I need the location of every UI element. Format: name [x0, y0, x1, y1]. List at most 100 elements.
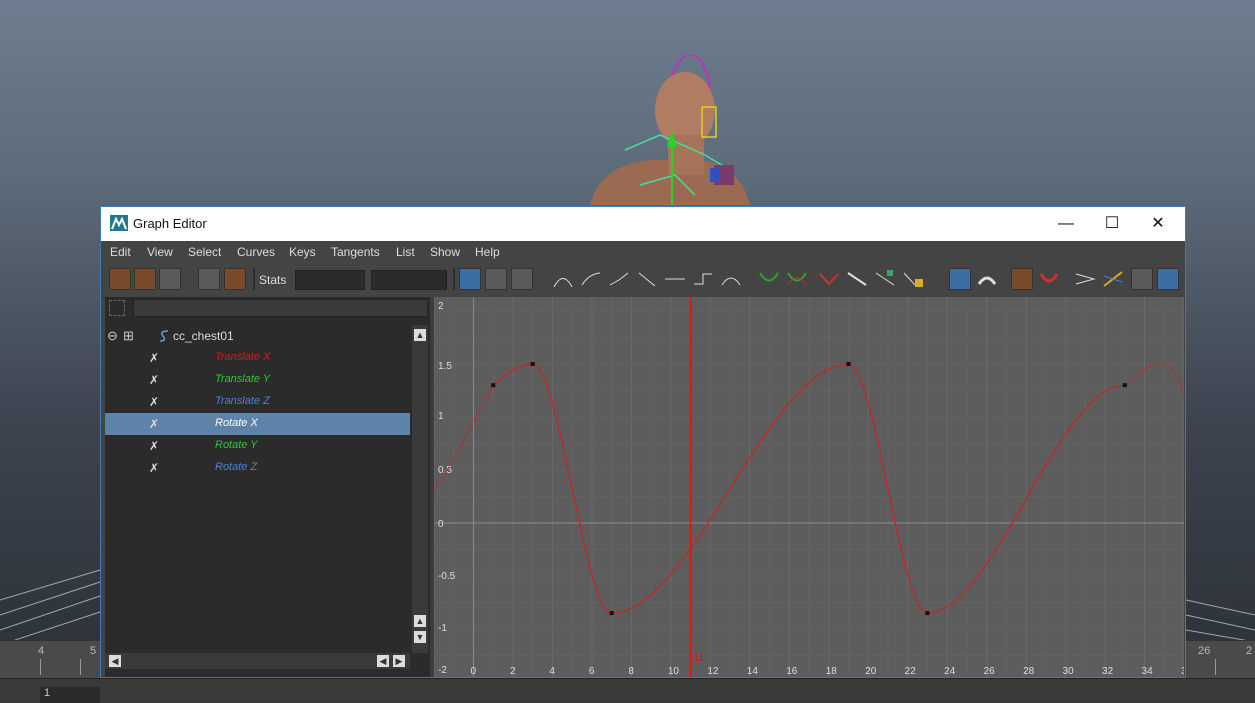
- channel-pin-icon[interactable]: ✗: [149, 395, 159, 409]
- x-tick-label: 2: [510, 666, 516, 677]
- scroll-left-arrow-icon[interactable]: ◀: [377, 655, 389, 667]
- y-tick-label: 0: [438, 519, 444, 530]
- expand-icon[interactable]: ⊞: [123, 328, 134, 344]
- outliner-vertical-scrollbar[interactable]: ▲ ▲ ▼: [412, 325, 428, 653]
- channel-pin-icon[interactable]: ✗: [149, 351, 159, 365]
- range-slider[interactable]: 1: [0, 678, 1255, 703]
- linear-tangent-icon[interactable]: [635, 268, 659, 290]
- timeline-tick-mark: [80, 659, 81, 675]
- channel-row-translate-x[interactable]: ✗ Translate X: [105, 347, 410, 369]
- plateau-tangent-icon[interactable]: [719, 268, 743, 290]
- graph-editor-window[interactable]: Graph Editor — ☐ ✕ Edit View Select Curv…: [100, 206, 1193, 683]
- clamped-tangent-icon[interactable]: [607, 268, 631, 290]
- lock-tangent-weight-icon[interactable]: [901, 268, 925, 290]
- y-tick-label: -2: [438, 665, 447, 676]
- unify-tangents-icon[interactable]: [845, 268, 869, 290]
- swap-buffer-curve-icon[interactable]: [785, 268, 809, 290]
- menu-help[interactable]: Help: [475, 245, 500, 259]
- character-figure[interactable]: [580, 55, 750, 210]
- denormalize-icon[interactable]: [1101, 268, 1125, 290]
- x-tick-label: 26: [984, 666, 996, 677]
- spline-tangent-icon[interactable]: [579, 268, 603, 290]
- menu-show[interactable]: Show: [430, 245, 460, 259]
- maximize-button[interactable]: ☐: [1089, 207, 1135, 241]
- break-tangents-icon[interactable]: [817, 268, 841, 290]
- timeline-tick: 4: [38, 645, 45, 657]
- time-editor-button[interactable]: [1157, 268, 1179, 290]
- time-snap-button[interactable]: [1011, 268, 1033, 290]
- x-tick-label: 34: [1142, 666, 1154, 677]
- menu-select[interactable]: Select: [188, 245, 221, 259]
- title-bar[interactable]: Graph Editor — ☐ ✕: [101, 207, 1185, 241]
- auto-tangent-icon[interactable]: [551, 268, 575, 290]
- keyframe-point: [846, 362, 851, 366]
- menu-edit[interactable]: Edit: [110, 245, 131, 259]
- toolbar-separator: [253, 268, 255, 290]
- window-title: Graph Editor: [133, 216, 207, 231]
- channel-row-translate-y[interactable]: ✗ Translate Y: [105, 369, 410, 391]
- curve-outliner: ⊖ ⊞ cc_chest01 ✗ Translate X ✗ Translate…: [105, 297, 430, 677]
- outliner-node-row[interactable]: ⊖ ⊞ cc_chest01: [105, 325, 410, 347]
- channel-pin-icon[interactable]: ✗: [149, 461, 159, 475]
- normalize-icon[interactable]: [1073, 268, 1097, 290]
- channel-label: Rotate Y: [215, 439, 258, 451]
- channel-pin-icon[interactable]: ✗: [149, 373, 159, 387]
- menu-keys[interactable]: Keys: [289, 245, 316, 259]
- graph-canvas[interactable]: 21.510.50-0.5-1-2 0 2 4 6 8 10 12 14 16 18 20 22 24 26…: [433, 297, 1193, 683]
- x-tick-label: 4: [549, 666, 555, 677]
- move-key-tool-button[interactable]: [109, 268, 131, 290]
- curve-node-icon: [159, 330, 169, 342]
- range-start-field[interactable]: 1: [40, 687, 100, 703]
- outliner-list[interactable]: ⊖ ⊞ cc_chest01 ✗ Translate X ✗ Translate…: [105, 325, 410, 653]
- x-tick-label: 24: [944, 666, 956, 677]
- flat-tangent-icon[interactable]: [663, 268, 687, 290]
- menu-list[interactable]: List: [396, 245, 415, 259]
- keyframe-point: [491, 383, 496, 388]
- scroll-up-arrow-icon[interactable]: ▲: [414, 329, 426, 341]
- menu-view[interactable]: View: [147, 245, 173, 259]
- frame-all-button[interactable]: [459, 268, 481, 290]
- outliner-filter-field[interactable]: [133, 299, 428, 317]
- menu-bar: Edit View Select Curves Keys Tangents Li…: [101, 241, 1185, 263]
- outliner-horizontal-scrollbar[interactable]: ◀ ◀ ▶: [105, 653, 410, 669]
- auto-load-button[interactable]: [949, 268, 971, 290]
- frame-playback-button[interactable]: [485, 268, 507, 290]
- value-snap-icon[interactable]: [1037, 268, 1061, 290]
- scroll-up-arrow-icon[interactable]: ▲: [414, 615, 426, 627]
- menu-tangents[interactable]: Tangents: [331, 245, 380, 259]
- scroll-down-arrow-icon[interactable]: ▼: [414, 631, 426, 643]
- channel-row-rotate-x[interactable]: ✗ Rotate X: [105, 413, 410, 435]
- channel-pin-icon[interactable]: ✗: [149, 417, 159, 431]
- retime-tool-button[interactable]: [224, 268, 246, 290]
- insert-key-tool-button[interactable]: [134, 268, 156, 290]
- stats-frame-field[interactable]: [295, 270, 365, 290]
- graph-view[interactable]: 2 1.5 1 0.5 0 -0.5 -1 -2 0 2 4 6 8 10 12 14 16 18 20 22 24 26…: [433, 297, 1193, 683]
- channel-row-translate-z[interactable]: ✗ Translate Z: [105, 391, 410, 413]
- dope-sheet-button[interactable]: [1131, 268, 1153, 290]
- minimize-button[interactable]: —: [1043, 207, 1089, 241]
- channel-row-rotate-z[interactable]: ✗ Rotate Z: [105, 457, 410, 479]
- channel-row-rotate-y[interactable]: ✗ Rotate Y: [105, 435, 410, 457]
- x-tick-label: 30: [1063, 666, 1075, 677]
- filter-icon[interactable]: [109, 300, 125, 316]
- center-current-time-button[interactable]: [511, 268, 533, 290]
- step-tangent-icon[interactable]: [691, 268, 715, 290]
- channel-pin-icon[interactable]: ✗: [149, 439, 159, 453]
- free-tangent-weight-icon[interactable]: [873, 268, 897, 290]
- stats-value-field[interactable]: [371, 270, 447, 290]
- menu-curves[interactable]: Curves: [237, 245, 275, 259]
- close-button[interactable]: ✕: [1135, 207, 1181, 241]
- buffer-curve-snapshot-icon[interactable]: [757, 268, 781, 290]
- scroll-left-arrow-icon[interactable]: ◀: [109, 655, 121, 667]
- graph-toolbar: Stats: [101, 263, 1185, 298]
- scroll-right-arrow-icon[interactable]: ▶: [393, 655, 405, 667]
- y-tick-label: 1: [438, 411, 444, 422]
- collapse-icon[interactable]: ⊖: [107, 328, 118, 344]
- x-tick-label: 6: [589, 666, 595, 677]
- load-selected-icon[interactable]: [975, 268, 999, 290]
- keyframe-point: [530, 362, 535, 366]
- x-tick-label: 0: [470, 666, 476, 677]
- node-label: cc_chest01: [173, 329, 234, 343]
- region-tool-button[interactable]: [198, 268, 220, 290]
- lattice-deform-button[interactable]: [159, 268, 181, 290]
